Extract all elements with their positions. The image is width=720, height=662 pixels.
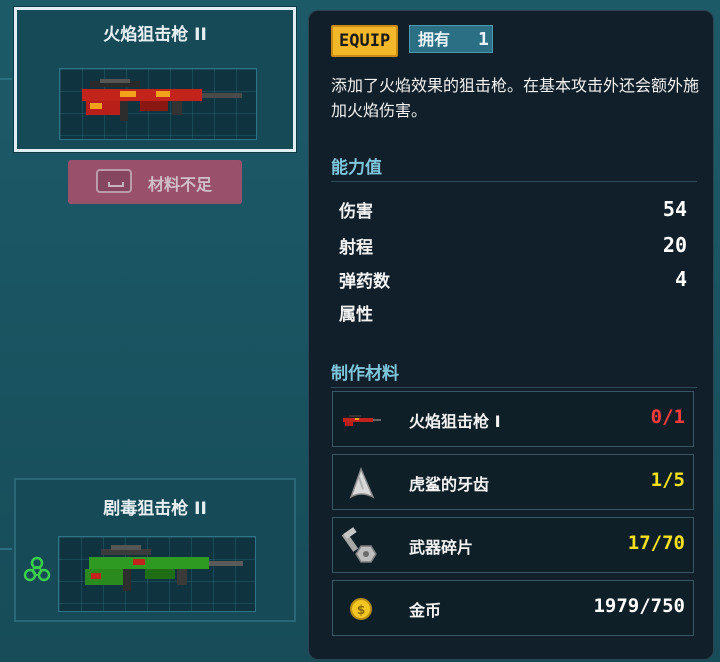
- material-row-fire-sniper-1: 火焰狙击枪 I 0/1: [332, 391, 694, 447]
- material-name: 虎鲨的牙齿: [409, 475, 490, 494]
- weapon-card-title: 火焰狙击枪 II: [103, 25, 207, 45]
- divider: [331, 387, 697, 388]
- spacebar-key-icon: [96, 169, 132, 193]
- materials-header: 制作材料: [331, 364, 399, 384]
- owned-label: 拥有: [418, 30, 451, 49]
- stat-ammo-label: 弹药数: [339, 272, 390, 292]
- fire-sniper-icon: [343, 415, 381, 426]
- weapon-description: 添加了火焰效果的狙击枪。在基本攻击外还会额外施加火焰伤害。: [331, 76, 700, 120]
- insufficient-materials-button[interactable]: 材料不足: [68, 160, 242, 204]
- poison-sniper-icon: [85, 545, 243, 591]
- weapon-detail-panel: EQUIP 拥有 1 添加了火焰效果的狙击枪。在基本攻击外还会额外施加火焰伤害。…: [308, 10, 714, 660]
- owned-badge: 拥有 1: [409, 25, 493, 53]
- owned-count: 1: [478, 29, 489, 50]
- weapon-card-fire-sniper-2[interactable]: 火焰狙击枪 II: [14, 7, 296, 152]
- material-row-gold-coin: $ 金币 1979/750: [332, 580, 694, 636]
- stat-damage-label: 伤害: [339, 202, 373, 222]
- insufficient-materials-label: 材料不足: [148, 175, 213, 194]
- stat-ammo-value: 4: [674, 267, 687, 291]
- material-count: 17/70: [627, 532, 685, 554]
- side-connector: [0, 78, 12, 80]
- material-row-shark-tooth: 虎鲨的牙齿 1/5: [332, 454, 694, 510]
- material-name: 金币: [409, 601, 442, 620]
- weapon-card-title: 剧毒狙击枪 II: [103, 499, 207, 519]
- stats-header: 能力值: [331, 158, 382, 178]
- svg-text:$: $: [357, 603, 365, 617]
- coin-icon: $: [350, 598, 372, 620]
- weapon-fragment-icon: [341, 527, 377, 563]
- equip-badge: EQUIP: [331, 25, 399, 57]
- weapon-preview-frame: [58, 536, 256, 612]
- stat-range-value: 20: [662, 233, 687, 257]
- material-count: 1979/750: [593, 595, 685, 617]
- biohazard-icon: [23, 556, 51, 582]
- material-count: 0/1: [650, 406, 685, 428]
- fire-sniper-icon: [82, 79, 242, 121]
- weapon-card-poison-sniper-2[interactable]: 剧毒狙击枪 II: [14, 478, 296, 622]
- shark-tooth-icon: [349, 466, 375, 499]
- material-count: 1/5: [650, 469, 685, 491]
- side-connector: [0, 548, 12, 550]
- stat-range-label: 射程: [339, 238, 373, 258]
- divider: [331, 181, 697, 182]
- material-name: 武器碎片: [409, 538, 474, 557]
- stat-attribute-label: 属性: [339, 305, 373, 325]
- material-row-weapon-fragment: 武器碎片 17/70: [332, 517, 694, 573]
- material-name: 火焰狙击枪 I: [409, 412, 501, 431]
- weapon-preview-frame: [59, 68, 257, 140]
- stat-damage-value: 54: [662, 197, 687, 221]
